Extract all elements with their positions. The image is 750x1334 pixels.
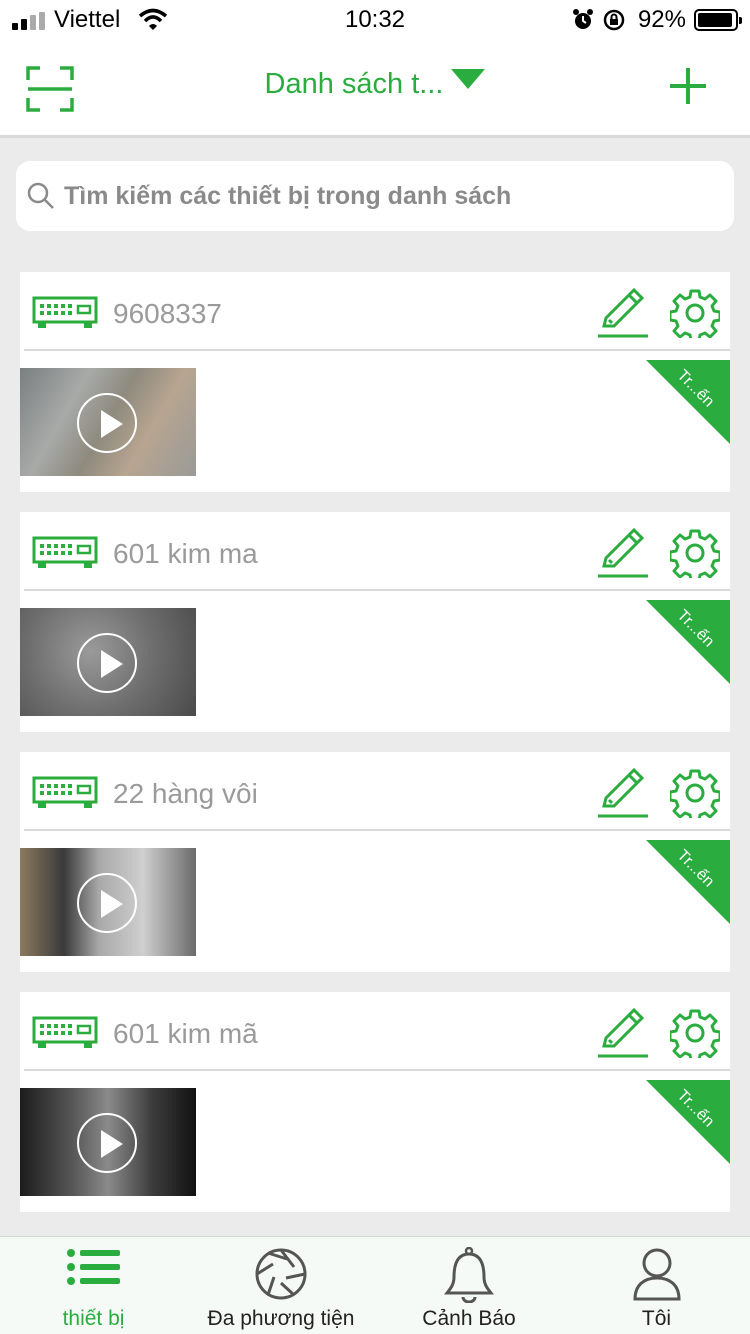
status-ribbon: Tr...ến (646, 360, 730, 444)
rotation-lock-icon (603, 9, 625, 31)
plus-icon[interactable] (668, 66, 708, 106)
dvr-icon (32, 296, 98, 328)
device-card: 22 hàng vôi Tr...ến (20, 752, 730, 972)
tab-label: Cảnh Báo (422, 1307, 516, 1330)
edit-icon[interactable] (596, 1006, 650, 1060)
device-card: 601 kim mã Tr...ến (20, 992, 730, 1212)
divider (24, 829, 730, 831)
play-icon[interactable] (77, 1113, 137, 1173)
gear-icon[interactable] (670, 288, 720, 338)
aperture-icon (255, 1248, 307, 1300)
bell-icon (444, 1247, 494, 1303)
search-section (0, 141, 750, 253)
divider (24, 589, 730, 591)
play-icon[interactable] (77, 873, 137, 933)
dvr-icon (32, 536, 98, 568)
gear-icon[interactable] (670, 528, 720, 578)
camera-thumbnail[interactable] (20, 1088, 196, 1196)
gear-icon[interactable] (670, 768, 720, 818)
divider (24, 1069, 730, 1071)
tab-label: Đa phương tiện (207, 1307, 355, 1330)
camera-thumbnail[interactable] (20, 368, 196, 476)
tab-label: Tôi (641, 1307, 672, 1330)
dvr-icon (32, 1016, 98, 1048)
camera-thumbnail[interactable] (20, 608, 196, 716)
battery-percentage: 92% (637, 6, 686, 33)
list-icon (66, 1249, 120, 1285)
camera-thumbnail[interactable] (20, 848, 196, 956)
play-icon[interactable] (77, 393, 137, 453)
tab-alerts[interactable]: Cảnh Báo (375, 1237, 563, 1334)
status-ribbon: Tr...ến (646, 840, 730, 924)
device-name: 601 kim mã (113, 1018, 258, 1049)
user-icon (632, 1248, 681, 1301)
tab-profile[interactable]: Tôi (563, 1237, 750, 1334)
device-name: 601 kim ma (113, 538, 258, 569)
status-bar: Viettel 10:32 92% (0, 0, 750, 40)
gear-icon[interactable] (670, 1008, 720, 1058)
status-ribbon: Tr...ến (646, 1080, 730, 1164)
tab-media[interactable]: Đa phương tiện (187, 1237, 375, 1334)
search-icon (27, 182, 54, 209)
search-input[interactable] (64, 175, 714, 217)
device-list: 9608337 Tr...ến 601 kim ma Tr...ến 22 hà… (20, 272, 730, 1232)
device-list-dropdown[interactable]: Danh sách t... (0, 68, 750, 101)
device-card: 601 kim ma Tr...ến (20, 512, 730, 732)
alarm-icon (573, 9, 593, 29)
play-icon[interactable] (77, 633, 137, 693)
search-box[interactable] (16, 161, 734, 231)
divider (24, 349, 730, 351)
edit-icon[interactable] (596, 286, 650, 340)
nav-bar: Danh sách t... (0, 40, 750, 138)
device-name: 9608337 (113, 298, 223, 329)
dvr-icon (32, 776, 98, 808)
nav-title-text: Danh sách t... (264, 68, 444, 100)
edit-icon[interactable] (596, 766, 650, 820)
status-ribbon: Tr...ến (646, 600, 730, 684)
tab-devices[interactable]: thiết bị (0, 1237, 187, 1334)
caret-down-icon (451, 69, 486, 89)
tab-bar: thiết bị Đa phương tiện Cảnh Báo Tôi (0, 1236, 750, 1334)
battery-icon (694, 9, 742, 31)
edit-icon[interactable] (596, 526, 650, 580)
tab-label: thiết bị (62, 1307, 125, 1330)
device-card: 9608337 Tr...ến (20, 272, 730, 492)
device-name: 22 hàng vôi (113, 778, 258, 809)
